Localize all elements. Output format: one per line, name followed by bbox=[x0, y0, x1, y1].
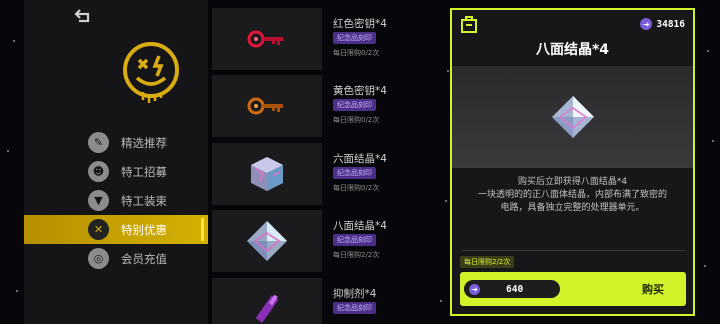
item-title: 八面结晶*4 bbox=[535, 42, 610, 58]
item-thumbnail bbox=[212, 210, 322, 272]
inhibitor-syringe-icon bbox=[255, 294, 279, 323]
item-thumbnail bbox=[212, 8, 322, 70]
smiley-logo-icon bbox=[123, 42, 179, 103]
daily-limit-tag: 每日限购2/2次 bbox=[460, 256, 515, 268]
agent-face-icon: ☻ bbox=[88, 161, 109, 182]
memorial-badge: 纪念品刻印 bbox=[333, 167, 376, 179]
memorial-badge: 纪念品刻印 bbox=[333, 302, 376, 314]
menu-item-agent-recruit[interactable]: ☻ 特工招募 bbox=[24, 157, 208, 186]
coin-ring-icon: ◎ bbox=[88, 248, 109, 269]
active-indicator bbox=[201, 218, 204, 241]
list-item[interactable]: 红色密钥*4 纪念品刻印 每日限购0/2次 bbox=[212, 8, 444, 70]
menu-item-special-offer[interactable]: ✕ 特别优惠 bbox=[24, 215, 208, 244]
list-item[interactable]: 黄色密钥*4 纪念品刻印 每日限购0/2次 bbox=[212, 75, 444, 137]
shirt-icon: ▼ bbox=[88, 190, 109, 211]
sidebar: ✎ 精选推荐 ☻ 特工招募 ▼ 特工装束 ✕ 特别优惠 ◎ 会员充值 bbox=[24, 0, 208, 324]
currency-display: ➜ 34816 bbox=[640, 18, 685, 30]
menu-item-featured[interactable]: ✎ 精选推荐 bbox=[24, 128, 208, 157]
tag-icon: ✎ bbox=[88, 132, 109, 153]
memorial-badge: 纪念品刻印 bbox=[333, 234, 376, 246]
item-showcase bbox=[452, 66, 693, 168]
yellow-key-icon bbox=[247, 97, 283, 115]
shop-menu: ✎ 精选推荐 ☻ 特工招募 ▼ 特工装束 ✕ 特别优惠 ◎ 会员充值 bbox=[24, 128, 208, 273]
currency-coin-icon: ➜ bbox=[640, 18, 653, 30]
item-list: 红色密钥*4 纪念品刻印 每日限购0/2次 黄色密钥*4 纪念品刻印 每日限购0… bbox=[212, 0, 444, 324]
item-detail-panel: ➜ 34816 八面结晶*4 购买后立即获得八面结晶*4 一块透明的的正八面体结… bbox=[450, 8, 695, 316]
menu-item-agent-outfit[interactable]: ▼ 特工装束 bbox=[24, 186, 208, 215]
bag-icon bbox=[461, 16, 477, 33]
menu-item-member-recharge[interactable]: ◎ 会员充值 bbox=[24, 244, 208, 273]
item-thumbnail bbox=[212, 143, 322, 205]
list-item[interactable]: 抑制剂*4 纪念品刻印 bbox=[212, 278, 444, 324]
memorial-badge: 纪念品刻印 bbox=[333, 99, 376, 111]
currency-coin-icon: ➜ bbox=[469, 283, 480, 295]
list-item[interactable]: 六面结晶*4 纪念品刻印 每日限购0/2次 bbox=[212, 143, 444, 205]
item-description: 购买后立即获得八面结晶*4 一块透明的的正八面体结晶，内部布满了致密的 电路，具… bbox=[477, 177, 667, 213]
octahedron-crystal-icon bbox=[247, 221, 287, 261]
item-thumbnail bbox=[212, 278, 322, 324]
item-thumbnail bbox=[212, 75, 322, 137]
list-item[interactable]: 八面结晶*4 纪念品刻印 每日限购2/2次 bbox=[212, 210, 444, 272]
red-key-icon bbox=[247, 30, 283, 48]
divider bbox=[462, 250, 685, 251]
price-pill: ➜ 640 bbox=[464, 280, 560, 298]
buy-button[interactable]: ➜ 640 购买 bbox=[460, 272, 686, 306]
memorial-badge: 纪念品刻印 bbox=[333, 32, 376, 44]
hexahedron-crystal-icon bbox=[251, 157, 283, 191]
tools-icon: ✕ bbox=[88, 219, 109, 240]
octahedron-crystal-icon bbox=[551, 96, 594, 138]
back-icon[interactable] bbox=[74, 8, 94, 24]
